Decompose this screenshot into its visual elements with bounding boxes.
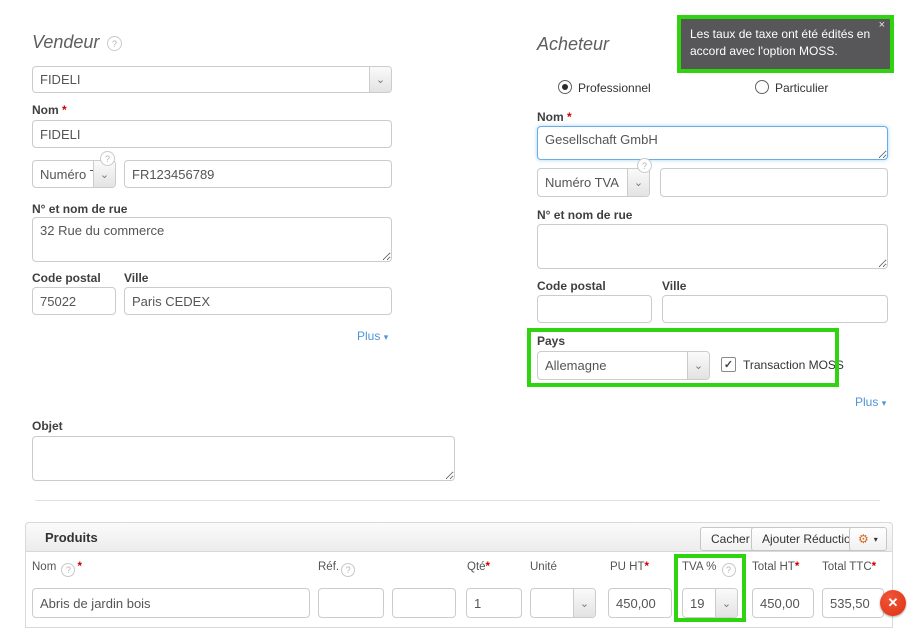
required-asterisk: *: [485, 561, 491, 573]
help-icon[interactable]: ?: [637, 158, 652, 173]
moss-checkbox-label[interactable]: Transaction MOSS: [743, 358, 844, 372]
invoice-form: Vendeur ? FIDELI ⌄ Nom * Numéro T ⌄ ? N°…: [0, 0, 914, 628]
acheteur-pays-label: Pays: [537, 334, 566, 348]
required-asterisk: *: [62, 103, 67, 117]
produit-nom-input[interactable]: [32, 588, 310, 618]
vendeur-company-select-value: FIDELI: [40, 72, 81, 87]
chevron-down-icon: ⌄: [687, 352, 709, 379]
vendeur-ville-label: Ville: [124, 271, 149, 285]
help-icon[interactable]: ?: [107, 36, 122, 51]
acheteur-code-postal-label: Code postal: [537, 279, 606, 293]
help-icon[interactable]: ?: [61, 563, 76, 577]
vendeur-numero-input[interactable]: [124, 160, 392, 188]
produit-qte-input[interactable]: [466, 588, 522, 618]
acheteur-code-postal-input[interactable]: [537, 295, 652, 323]
acheteur-title: Acheteur: [537, 34, 610, 54]
chevron-down-icon: ⌄: [715, 589, 737, 617]
produit-ref-input[interactable]: [318, 588, 384, 618]
vendeur-company-select[interactable]: FIDELI ⌄: [32, 66, 392, 93]
radio-professionnel[interactable]: [558, 80, 572, 94]
produit-ref2-input[interactable]: [392, 588, 456, 618]
vendeur-nom-label: Nom *: [32, 103, 67, 117]
produit-tva-select[interactable]: 19 ⌄: [682, 588, 738, 618]
produit-total-ht-input[interactable]: [752, 588, 814, 618]
vendeur-plus-link[interactable]: Plus ▾: [357, 329, 388, 343]
required-asterisk: *: [871, 561, 877, 573]
vendeur-title: Vendeur: [32, 32, 100, 52]
vendeur-nom-input[interactable]: [32, 120, 392, 148]
radio-professionnel-label[interactable]: Professionnel: [578, 81, 651, 95]
help-icon[interactable]: ?: [721, 563, 736, 577]
required-asterisk: *: [644, 561, 649, 573]
acheteur-pays-value: Allemagne: [545, 358, 607, 373]
objet-textarea[interactable]: [32, 436, 455, 481]
col-nom-label: Nom ? *: [32, 561, 82, 577]
close-icon[interactable]: ×: [879, 20, 885, 31]
produit-unite-select[interactable]: ⌄: [530, 588, 596, 618]
radio-particulier-label[interactable]: Particulier: [775, 81, 828, 95]
acheteur-rue-textarea[interactable]: [537, 224, 888, 269]
section-divider: [35, 500, 880, 501]
required-asterisk: *: [567, 110, 572, 124]
col-pu-ht-label: PU HT*: [610, 561, 649, 573]
acheteur-numero-type-value: Numéro TVA: [545, 175, 619, 190]
vendeur-numero-type-value: Numéro T: [40, 166, 93, 182]
acheteur-ville-label: Ville: [662, 279, 687, 293]
help-icon[interactable]: ?: [100, 151, 115, 166]
acheteur-numero-type-select[interactable]: Numéro TVA ⌄: [537, 168, 650, 197]
vendeur-rue-label: N° et nom de rue: [32, 202, 128, 216]
col-unite-label: Unité: [530, 561, 557, 573]
delete-icon: ✕: [887, 595, 899, 610]
col-tva-label: TVA % ?: [682, 561, 738, 577]
acheteur-plus-link[interactable]: Plus ▾: [855, 395, 886, 409]
required-asterisk: *: [794, 561, 800, 573]
vendeur-rue-textarea[interactable]: 32 Rue du commerce: [32, 217, 392, 262]
caret-down-icon: ▾: [873, 534, 878, 544]
produit-unite-value: [531, 589, 573, 617]
acheteur-ville-input[interactable]: [662, 295, 888, 323]
radio-particulier[interactable]: [755, 80, 769, 94]
chevron-down-icon: ⌄: [369, 67, 391, 92]
chevron-down-icon: ⌄: [573, 589, 595, 617]
moss-checkbox[interactable]: ✓: [721, 357, 736, 372]
vendeur-ville-input[interactable]: [124, 287, 392, 315]
caret-down-icon: ▾: [881, 398, 887, 408]
moss-tooltip-text: Les taux de taxe ont été édités en accor…: [690, 27, 871, 59]
acheteur-rue-label: N° et nom de rue: [537, 208, 633, 222]
column-settings-button[interactable]: ⚙ ▾: [849, 527, 887, 551]
gear-icon: ⚙: [858, 532, 869, 546]
help-icon[interactable]: ?: [341, 563, 356, 577]
acheteur-numero-input[interactable]: [660, 168, 888, 197]
acheteur-nom-textarea[interactable]: Gesellschaft GmbH: [537, 126, 888, 160]
col-total-ht-label: Total HT*: [752, 561, 800, 573]
col-ref-label: Réf.?: [318, 561, 357, 577]
col-qte-label: Qté*: [467, 561, 491, 573]
col-total-ttc-label: Total TTC*: [822, 561, 877, 573]
delete-row-button[interactable]: ✕: [880, 590, 906, 616]
vendeur-code-postal-label: Code postal: [32, 271, 101, 285]
produit-total-ttc-input[interactable]: [822, 588, 884, 618]
acheteur-pays-select[interactable]: Allemagne ⌄: [537, 351, 710, 380]
vendeur-code-postal-input[interactable]: [32, 287, 116, 315]
produit-tva-value: 19: [690, 595, 705, 611]
caret-down-icon: ▾: [383, 332, 389, 342]
moss-tooltip: Les taux de taxe ont été édités en accor…: [677, 15, 894, 73]
acheteur-nom-label: Nom *: [537, 110, 572, 124]
required-asterisk: *: [77, 561, 82, 573]
objet-label: Objet: [32, 419, 63, 433]
chevron-down-icon: ⌄: [627, 169, 649, 196]
produits-title: Produits: [45, 530, 98, 545]
produit-pu-ht-input[interactable]: [608, 588, 672, 618]
